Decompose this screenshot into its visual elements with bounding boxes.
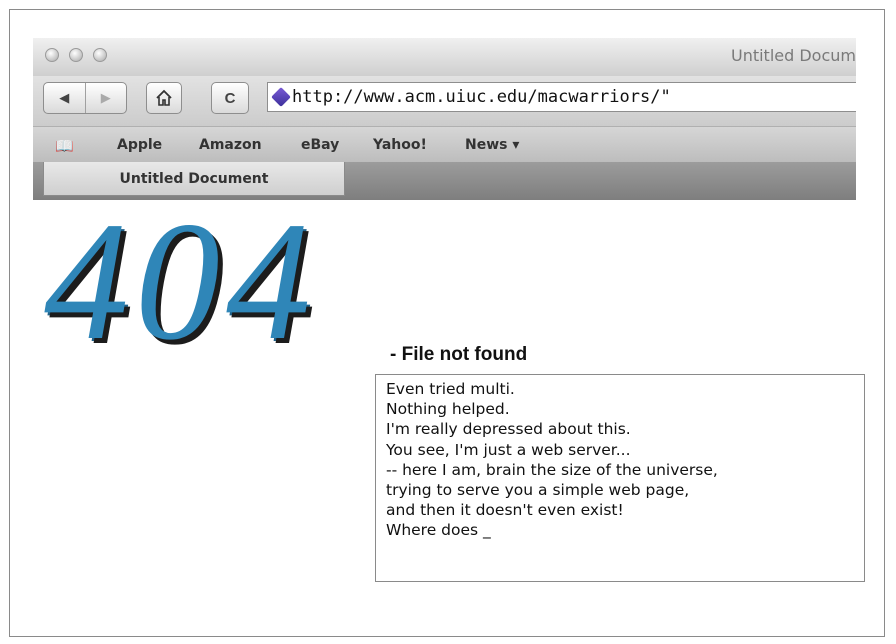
- browser-window: Untitled Docum ◀ ▶ C http://www.acm.uiuc…: [33, 38, 856, 200]
- message-line: Where does _: [386, 521, 491, 540]
- back-forward-buttons: ◀ ▶: [43, 82, 127, 114]
- reload-button[interactable]: C: [211, 82, 249, 114]
- bookmark-apple[interactable]: Apple: [117, 137, 162, 153]
- error-code-heading: 404: [44, 187, 317, 375]
- url-text[interactable]: http://www.acm.uiuc.edu/macwarriors/": [292, 87, 671, 107]
- bookmark-news-menu[interactable]: News ▾: [465, 137, 519, 153]
- error-subtitle: - File not found: [390, 344, 528, 365]
- message-line: -- here I am, brain the size of the univ…: [386, 460, 718, 479]
- reload-icon: C: [224, 89, 236, 107]
- home-icon: [156, 89, 172, 106]
- bookmarks-book-icon[interactable]: 📖: [55, 137, 74, 155]
- message-line: I'm really depressed about this.: [386, 420, 631, 439]
- message-textarea[interactable]: Even tried multi. Nothing helped. I'm re…: [375, 374, 865, 582]
- zoom-window-button[interactable]: [93, 48, 107, 62]
- back-button[interactable]: ◀: [44, 90, 85, 106]
- message-line: You see, I'm just a web server...: [386, 440, 631, 459]
- window-title: Untitled Docum: [730, 46, 856, 65]
- address-bar[interactable]: http://www.acm.uiuc.edu/macwarriors/": [267, 82, 856, 112]
- message-line: Even tried multi.: [386, 380, 515, 398]
- home-button[interactable]: [146, 82, 182, 114]
- close-window-button[interactable]: [45, 48, 59, 62]
- message-line: trying to serve you a simple web page,: [386, 481, 690, 500]
- bookmark-yahoo[interactable]: Yahoo!: [373, 137, 427, 153]
- title-bar[interactable]: Untitled Docum: [33, 38, 856, 76]
- tab-label: Untitled Document: [119, 170, 269, 187]
- bookmarks-bar: 📖 Apple Amazon eBay Yahoo! News ▾: [33, 126, 856, 162]
- minimize-window-button[interactable]: [69, 48, 83, 62]
- bookmark-amazon[interactable]: Amazon: [199, 137, 262, 153]
- bookmark-ebay[interactable]: eBay: [301, 137, 339, 153]
- site-favicon-icon: [271, 87, 291, 107]
- message-line: Nothing helped.: [386, 400, 510, 419]
- message-line: and then it doesn't even exist!: [386, 501, 624, 520]
- forward-button[interactable]: ▶: [86, 90, 127, 106]
